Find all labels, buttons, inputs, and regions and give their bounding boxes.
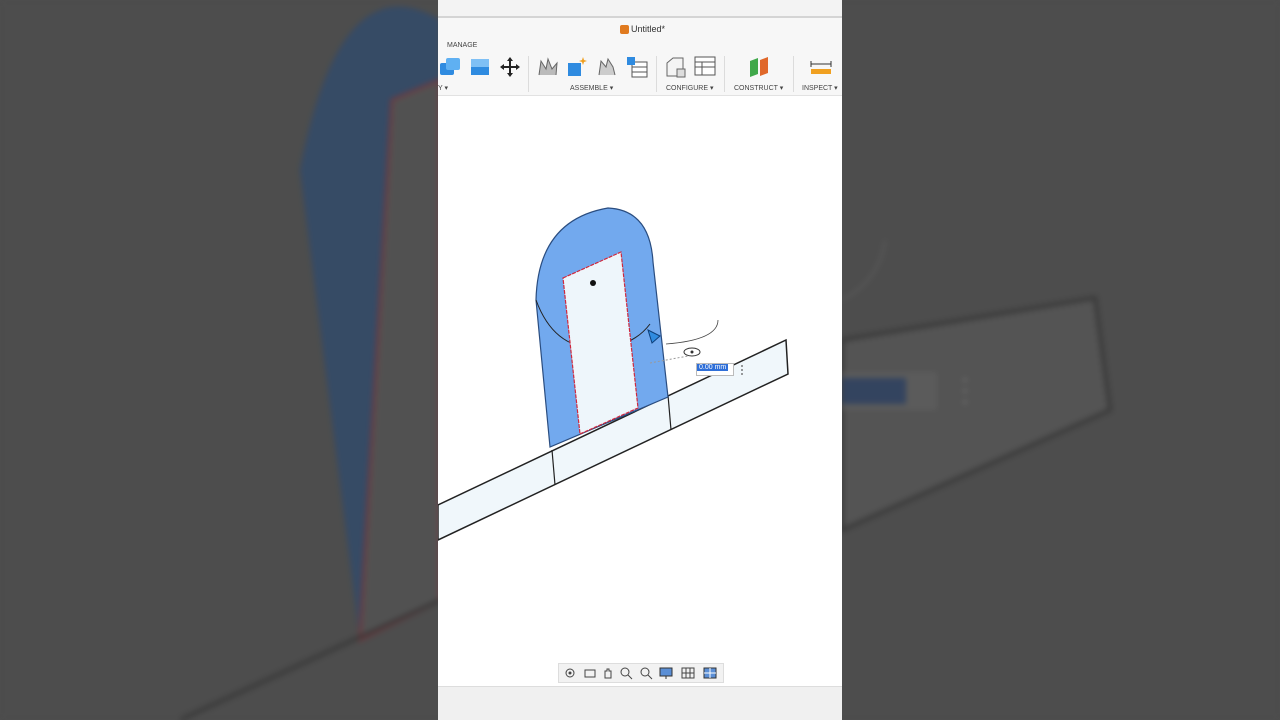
move-arrows-icon[interactable] bbox=[498, 55, 522, 79]
modify-stack-icon[interactable] bbox=[438, 55, 462, 79]
dimension-input[interactable]: 0.00 mm bbox=[696, 363, 734, 376]
inspect-group-label[interactable]: INSPECT ▾ bbox=[802, 84, 838, 92]
divider bbox=[724, 56, 725, 92]
navigation-bar bbox=[558, 663, 724, 683]
measure-icon[interactable] bbox=[809, 55, 833, 79]
construct-plane-icon[interactable] bbox=[747, 55, 771, 79]
bill-of-materials-icon[interactable] bbox=[625, 55, 649, 79]
rotate-handle-dot bbox=[690, 350, 694, 354]
assemble-group-label[interactable]: ASSEMBLE ▾ bbox=[570, 84, 613, 92]
grid-icon[interactable] bbox=[681, 666, 695, 680]
zoom-window-icon[interactable] bbox=[619, 666, 633, 680]
fusion-window: Untitled* MANAGE Y ▾ ASSEMBLE ▾ CONFIGUR… bbox=[438, 0, 842, 720]
display-settings-icon[interactable] bbox=[659, 666, 673, 680]
as-built-joint-icon[interactable] bbox=[595, 55, 619, 79]
title-bar: Untitled* bbox=[438, 18, 842, 40]
look-at-icon[interactable] bbox=[583, 666, 597, 680]
dimension-value[interactable]: 0.00 mm bbox=[697, 364, 729, 371]
top-bar bbox=[438, 0, 842, 18]
angle-arc bbox=[665, 319, 719, 345]
orbit-icon[interactable] bbox=[563, 666, 577, 680]
bottom-bar bbox=[438, 686, 842, 720]
pan-icon[interactable] bbox=[601, 666, 615, 680]
cube-icon bbox=[620, 25, 629, 34]
modify-group-label[interactable]: Y ▾ bbox=[438, 84, 448, 92]
document-title: Untitled* bbox=[631, 24, 666, 34]
divider bbox=[793, 56, 794, 92]
viewports-icon[interactable] bbox=[703, 666, 717, 680]
divider bbox=[656, 56, 657, 92]
configure-group-label[interactable]: CONFIGURE ▾ bbox=[666, 84, 713, 92]
3d-viewport[interactable] bbox=[438, 96, 842, 686]
layers-icon[interactable] bbox=[468, 55, 492, 79]
ribbon-toolbar: MANAGE Y ▾ ASSEMBLE ▾ CONFIGURE ▾ CONSTR… bbox=[438, 40, 842, 96]
menu-dots-icon[interactable] bbox=[741, 373, 743, 375]
menu-dots-icon[interactable] bbox=[741, 369, 743, 371]
tab-manage[interactable]: MANAGE bbox=[447, 42, 477, 49]
configuration-table-icon[interactable] bbox=[693, 55, 717, 79]
new-component-icon[interactable] bbox=[565, 55, 589, 79]
menu-dots-icon[interactable] bbox=[741, 365, 743, 367]
divider bbox=[528, 56, 529, 92]
construct-group-label[interactable]: CONSTRUCT ▾ bbox=[734, 84, 783, 92]
zoom-icon[interactable] bbox=[639, 666, 653, 680]
joint-icon[interactable] bbox=[536, 55, 560, 79]
configure-icon[interactable] bbox=[663, 55, 687, 79]
sketch-point bbox=[590, 280, 596, 286]
